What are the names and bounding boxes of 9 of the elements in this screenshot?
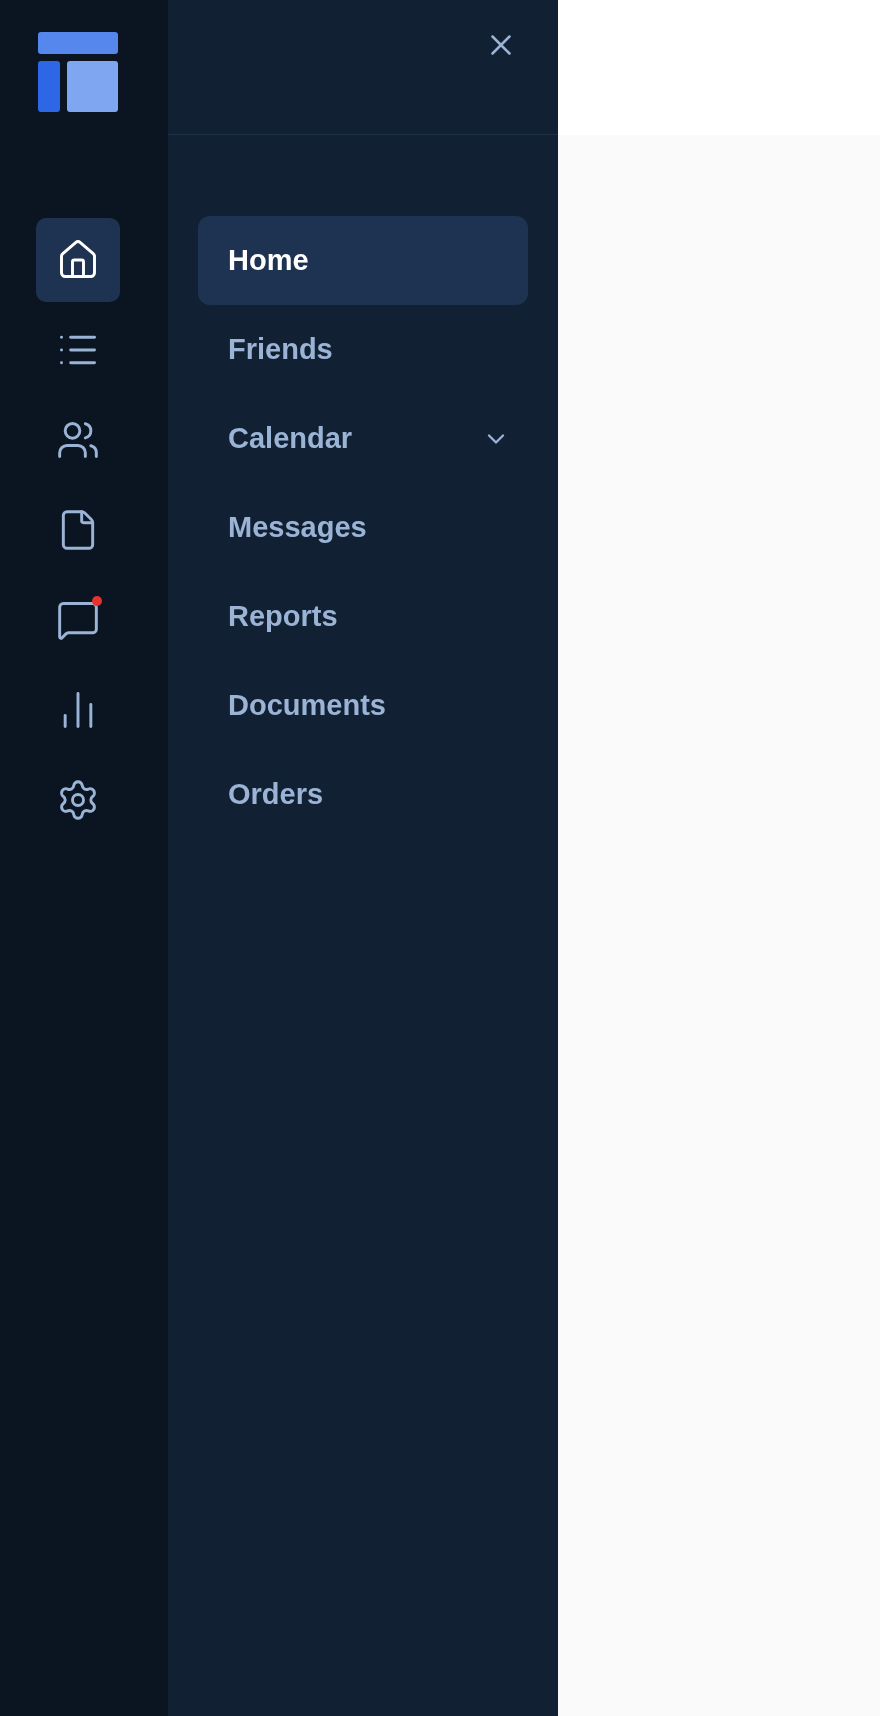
menu-item[interactable]: Friends <box>198 305 528 394</box>
rail-button[interactable] <box>36 218 120 302</box>
logo-icon <box>38 32 118 112</box>
menu-item[interactable]: Home <box>198 216 528 305</box>
menu-item[interactable]: Orders <box>198 750 528 839</box>
menu-item[interactable]: Calendar <box>198 394 528 483</box>
menu-item[interactable]: Messages <box>198 483 528 572</box>
menu-item[interactable]: Documents <box>198 661 528 750</box>
menu-item[interactable]: Reports <box>198 572 528 661</box>
